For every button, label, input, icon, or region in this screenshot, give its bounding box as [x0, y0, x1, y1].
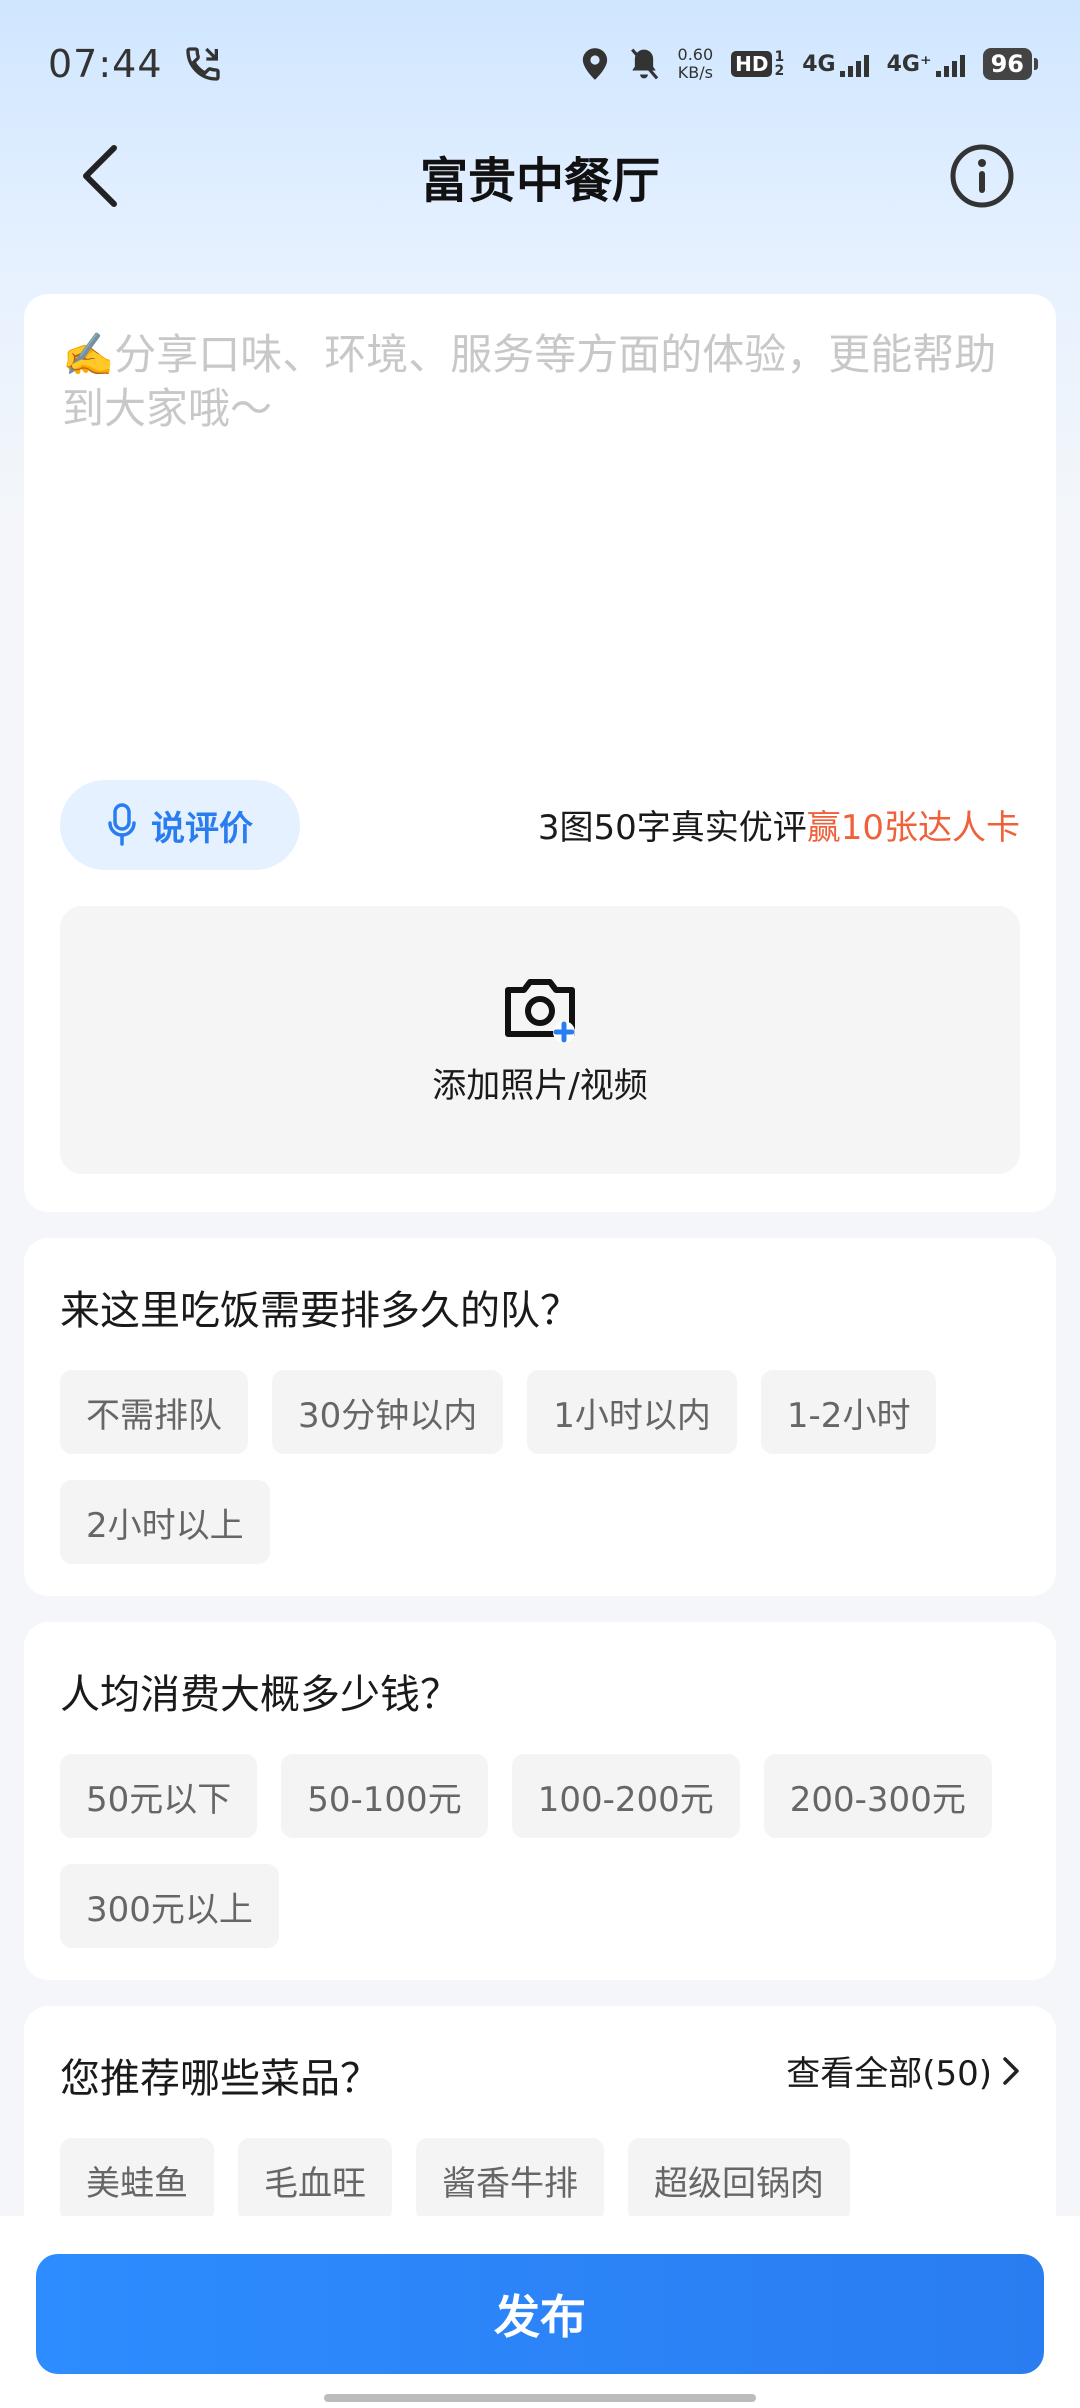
price-question: 人均消费大概多少钱？	[60, 1672, 460, 1718]
promo-text: 3图50字真实优评赢10张达人卡	[537, 808, 1020, 848]
signal-1: 4G	[802, 52, 869, 77]
back-button[interactable]	[64, 140, 136, 212]
dish-option-chip[interactable]: 美蛙鱼	[60, 2138, 214, 2222]
queue-option-chip[interactable]: 不需排队	[60, 1370, 248, 1454]
view-all-dishes-link[interactable]: 查看全部(50)	[786, 2046, 1020, 2095]
price-option-chip[interactable]: 100-200元	[511, 1754, 740, 1838]
queue-option-chip[interactable]: 1-2小时	[760, 1370, 937, 1454]
price-option-chip[interactable]: 50-100元	[281, 1754, 488, 1838]
add-photo-video-label: 添加照片/视频	[432, 1065, 648, 1106]
queue-option-chip[interactable]: 2小时以上	[60, 1480, 270, 1564]
queue-options: 不需排队 30分钟以内 1小时以内 1-2小时 2小时以上	[60, 1370, 1030, 1564]
missed-call-icon	[185, 47, 220, 81]
hd-indicator: HD 1 2	[731, 50, 784, 78]
voice-review-label: 说评价	[151, 808, 253, 849]
review-card: 说评价 3图50字真实优评赢10张达人卡 添加照片/视频	[24, 294, 1056, 1212]
status-bar: 07:44 0.60 KB/s HD 1 2 4G 4G⁺ 96	[0, 0, 1080, 128]
review-text-input[interactable]	[62, 328, 1022, 728]
bottom-bar: 发布	[0, 2216, 1080, 2408]
price-card: 人均消费大概多少钱？ 50元以下 50-100元 100-200元 200-30…	[24, 1622, 1056, 1980]
dish-question: 您推荐哪些菜品？	[60, 2056, 380, 2102]
home-indicator[interactable]	[324, 2394, 756, 2402]
status-time: 07:44	[48, 42, 163, 86]
camera-add-icon	[505, 978, 575, 1043]
dish-option-chip[interactable]: 酱香牛排	[416, 2138, 604, 2222]
signal-2: 4G⁺	[887, 52, 965, 77]
signal-bars-icon	[935, 54, 965, 77]
promo-accent-text: 赢10张达人卡	[806, 808, 1020, 848]
battery-indicator: 96	[982, 48, 1039, 80]
microphone-icon	[108, 803, 136, 846]
dish-option-chip[interactable]: 毛血旺	[238, 2138, 392, 2222]
queue-time-card: 来这里吃饭需要排多久的队？ 不需排队 30分钟以内 1小时以内 1-2小时 2小…	[24, 1238, 1056, 1596]
add-photo-video-button[interactable]: 添加照片/视频	[60, 906, 1020, 1174]
voice-review-button[interactable]: 说评价	[60, 780, 300, 870]
dish-card: 您推荐哪些菜品？ 查看全部(50) 美蛙鱼 毛血旺 酱香牛排 超级回锅肉	[24, 2006, 1056, 2246]
chevron-right-icon	[1003, 2056, 1019, 2085]
header: 富贵中餐厅	[0, 128, 1080, 224]
mute-bell-icon	[630, 48, 658, 80]
queue-question: 来这里吃饭需要排多久的队？	[60, 1288, 580, 1334]
dish-option-chip[interactable]: 超级回锅肉	[628, 2138, 850, 2222]
price-option-chip[interactable]: 300元以上	[60, 1864, 279, 1948]
price-option-chip[interactable]: 50元以下	[60, 1754, 258, 1838]
price-options: 50元以下 50-100元 100-200元 200-300元 300元以上	[60, 1754, 1030, 1948]
dish-options: 美蛙鱼 毛血旺 酱香牛排 超级回锅肉	[60, 2138, 1030, 2222]
queue-option-chip[interactable]: 1小时以内	[527, 1370, 737, 1454]
chevron-left-icon	[83, 145, 117, 207]
view-all-label: 查看全部(50)	[786, 2054, 992, 2094]
queue-option-chip[interactable]: 30分钟以内	[272, 1370, 504, 1454]
net-speed: 0.60 KB/s	[677, 45, 714, 82]
signal-bars-icon	[839, 54, 869, 77]
publish-button[interactable]: 发布	[36, 2254, 1044, 2374]
info-icon[interactable]	[948, 142, 1016, 210]
price-option-chip[interactable]: 200-300元	[763, 1754, 992, 1838]
page-title: 富贵中餐厅	[419, 153, 660, 209]
location-icon	[582, 48, 607, 80]
